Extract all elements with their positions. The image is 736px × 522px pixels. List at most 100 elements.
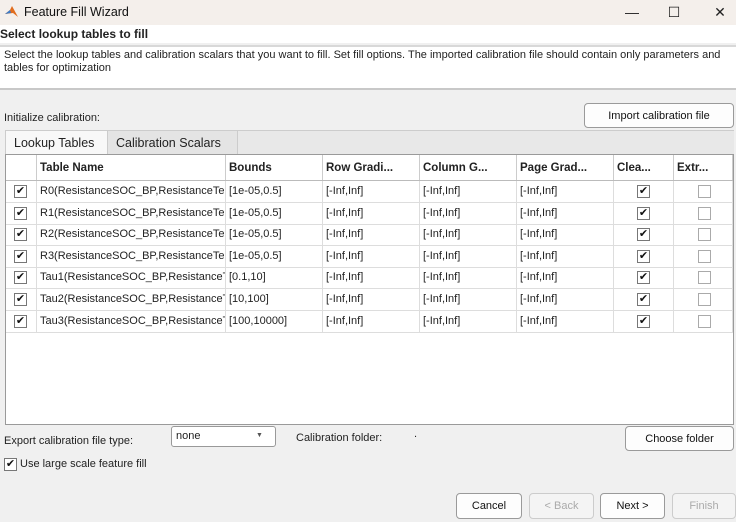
cell-extrapolate[interactable] bbox=[674, 181, 733, 202]
clear-checkbox[interactable]: ✔ bbox=[637, 185, 650, 198]
extrapolate-checkbox[interactable] bbox=[698, 228, 711, 242]
column-header-table-name[interactable]: Table Name bbox=[37, 155, 226, 180]
cell-bounds[interactable]: [1e-05,0.5] bbox=[226, 224, 323, 246]
cell-table-name[interactable]: R0(ResistanceSOC_BP,ResistanceTem bbox=[37, 181, 226, 202]
select-checkbox[interactable]: ✔ bbox=[14, 293, 27, 306]
table-row[interactable]: ✔ R0(ResistanceSOC_BP,ResistanceTem [1e-05… bbox=[6, 181, 733, 203]
cell-row-gradient[interactable]: [-Inf,Inf] bbox=[323, 267, 420, 289]
extrapolate-checkbox[interactable] bbox=[698, 293, 711, 306]
cell-page-gradient[interactable]: [-Inf,Inf] bbox=[517, 202, 614, 224]
cell-select[interactable]: ✔ bbox=[6, 310, 37, 332]
tab-lookup-tables[interactable]: Lookup Tables bbox=[5, 130, 108, 154]
table-row[interactable]: ✔ R2(ResistanceSOC_BP,ResistanceTem [1e-05… bbox=[6, 224, 733, 247]
extrapolate-checkbox[interactable] bbox=[698, 271, 711, 285]
large-scale-checkbox[interactable]: ✔ bbox=[4, 458, 17, 471]
cell-extrapolate[interactable] bbox=[674, 245, 733, 267]
clear-checkbox[interactable]: ✔ bbox=[637, 293, 650, 306]
cell-extrapolate[interactable] bbox=[674, 289, 733, 310]
select-checkbox[interactable]: ✔ bbox=[14, 228, 27, 242]
table-row[interactable]: ✔ R1(ResistanceSOC_BP,ResistanceTem [1e-05… bbox=[6, 202, 733, 225]
clear-checkbox[interactable]: ✔ bbox=[637, 271, 650, 285]
cell-table-name[interactable]: R1(ResistanceSOC_BP,ResistanceTem bbox=[37, 202, 226, 224]
table-row[interactable]: ✔ Tau2(ResistanceSOC_BP,ResistanceTe [10,1… bbox=[6, 289, 733, 311]
cancel-button[interactable]: Cancel bbox=[456, 493, 522, 519]
cell-row-gradient[interactable]: [-Inf,Inf] bbox=[323, 289, 420, 310]
cell-page-gradient[interactable]: [-Inf,Inf] bbox=[517, 224, 614, 246]
table-row[interactable]: ✔ Tau3(ResistanceSOC_BP,ResistanceTe [100,… bbox=[6, 310, 733, 333]
cell-bounds[interactable]: [0.1,10] bbox=[226, 267, 323, 289]
cell-select[interactable]: ✔ bbox=[6, 181, 37, 202]
next-button[interactable]: Next > bbox=[600, 493, 665, 519]
cell-row-gradient[interactable]: [-Inf,Inf] bbox=[323, 245, 420, 267]
cell-table-name[interactable]: Tau2(ResistanceSOC_BP,ResistanceTe bbox=[37, 289, 226, 310]
close-button[interactable]: ✕ bbox=[700, 2, 736, 22]
cell-select[interactable]: ✔ bbox=[6, 202, 37, 224]
cell-row-gradient[interactable]: [-Inf,Inf] bbox=[323, 224, 420, 246]
cell-extrapolate[interactable] bbox=[674, 267, 733, 289]
import-calibration-button[interactable]: Import calibration file bbox=[584, 103, 734, 128]
clear-checkbox[interactable]: ✔ bbox=[637, 314, 650, 328]
cell-table-name[interactable]: Tau3(ResistanceSOC_BP,ResistanceTe bbox=[37, 310, 226, 332]
cell-page-gradient[interactable]: [-Inf,Inf] bbox=[517, 289, 614, 310]
cell-row-gradient[interactable]: [-Inf,Inf] bbox=[323, 310, 420, 332]
cell-select[interactable]: ✔ bbox=[6, 224, 37, 246]
cell-column-gradient[interactable]: [-Inf,Inf] bbox=[420, 267, 517, 289]
select-checkbox[interactable]: ✔ bbox=[14, 271, 27, 285]
cell-page-gradient[interactable]: [-Inf,Inf] bbox=[517, 245, 614, 267]
cell-clear[interactable]: ✔ bbox=[614, 245, 674, 267]
cell-column-gradient[interactable]: [-Inf,Inf] bbox=[420, 289, 517, 310]
cell-column-gradient[interactable]: [-Inf,Inf] bbox=[420, 224, 517, 246]
column-header-extrapolate[interactable]: Extr... bbox=[674, 155, 733, 180]
cell-column-gradient[interactable]: [-Inf,Inf] bbox=[420, 202, 517, 224]
cell-clear[interactable]: ✔ bbox=[614, 224, 674, 246]
cell-row-gradient[interactable]: [-Inf,Inf] bbox=[323, 202, 420, 224]
cell-clear[interactable]: ✔ bbox=[614, 310, 674, 332]
cell-page-gradient[interactable]: [-Inf,Inf] bbox=[517, 310, 614, 332]
cell-select[interactable]: ✔ bbox=[6, 289, 37, 310]
choose-folder-button[interactable]: Choose folder bbox=[625, 426, 734, 451]
cell-column-gradient[interactable]: [-Inf,Inf] bbox=[420, 181, 517, 202]
cell-bounds[interactable]: [100,10000] bbox=[226, 310, 323, 332]
column-header-bounds[interactable]: Bounds bbox=[226, 155, 323, 180]
minimize-button[interactable]: — bbox=[612, 2, 652, 22]
clear-checkbox[interactable]: ✔ bbox=[637, 206, 650, 220]
cell-extrapolate[interactable] bbox=[674, 224, 733, 246]
extrapolate-checkbox[interactable] bbox=[698, 206, 711, 220]
extrapolate-checkbox[interactable] bbox=[698, 185, 711, 198]
clear-checkbox[interactable]: ✔ bbox=[637, 228, 650, 242]
cell-bounds[interactable]: [1e-05,0.5] bbox=[226, 245, 323, 267]
cell-row-gradient[interactable]: [-Inf,Inf] bbox=[323, 181, 420, 202]
cell-page-gradient[interactable]: [-Inf,Inf] bbox=[517, 267, 614, 289]
cell-column-gradient[interactable]: [-Inf,Inf] bbox=[420, 310, 517, 332]
select-checkbox[interactable]: ✔ bbox=[14, 249, 27, 263]
cell-select[interactable]: ✔ bbox=[6, 245, 37, 267]
cell-column-gradient[interactable]: [-Inf,Inf] bbox=[420, 245, 517, 267]
column-header-clear[interactable]: Clea... bbox=[614, 155, 674, 180]
column-header-column-gradient[interactable]: Column G... bbox=[420, 155, 517, 180]
cell-select[interactable]: ✔ bbox=[6, 267, 37, 289]
table-row[interactable]: ✔ R3(ResistanceSOC_BP,ResistanceTem [1e-05… bbox=[6, 245, 733, 268]
cell-extrapolate[interactable] bbox=[674, 310, 733, 332]
extrapolate-checkbox[interactable] bbox=[698, 249, 711, 263]
cell-bounds[interactable]: [1e-05,0.5] bbox=[226, 202, 323, 224]
cell-bounds[interactable]: [10,100] bbox=[226, 289, 323, 310]
finish-button[interactable]: Finish bbox=[672, 493, 736, 519]
cell-page-gradient[interactable]: [-Inf,Inf] bbox=[517, 181, 614, 202]
extrapolate-checkbox[interactable] bbox=[698, 314, 711, 328]
clear-checkbox[interactable]: ✔ bbox=[637, 249, 650, 263]
maximize-button[interactable]: ☐ bbox=[654, 2, 694, 22]
cell-clear[interactable]: ✔ bbox=[614, 267, 674, 289]
select-checkbox[interactable]: ✔ bbox=[14, 314, 27, 328]
export-type-dropdown[interactable]: none ▼ bbox=[171, 426, 276, 447]
cell-clear[interactable]: ✔ bbox=[614, 289, 674, 310]
column-header-row-gradient[interactable]: Row Gradi... bbox=[323, 155, 420, 180]
cell-clear[interactable]: ✔ bbox=[614, 181, 674, 202]
cell-clear[interactable]: ✔ bbox=[614, 202, 674, 224]
table-row[interactable]: ✔ Tau1(ResistanceSOC_BP,ResistanceTe [0.1,… bbox=[6, 267, 733, 290]
column-header-page-gradient[interactable]: Page Grad... bbox=[517, 155, 614, 180]
tab-calibration-scalars[interactable]: Calibration Scalars bbox=[108, 130, 238, 154]
back-button[interactable]: < Back bbox=[529, 493, 594, 519]
cell-extrapolate[interactable] bbox=[674, 202, 733, 224]
column-header-select[interactable] bbox=[6, 155, 37, 180]
cell-bounds[interactable]: [1e-05,0.5] bbox=[226, 181, 323, 202]
